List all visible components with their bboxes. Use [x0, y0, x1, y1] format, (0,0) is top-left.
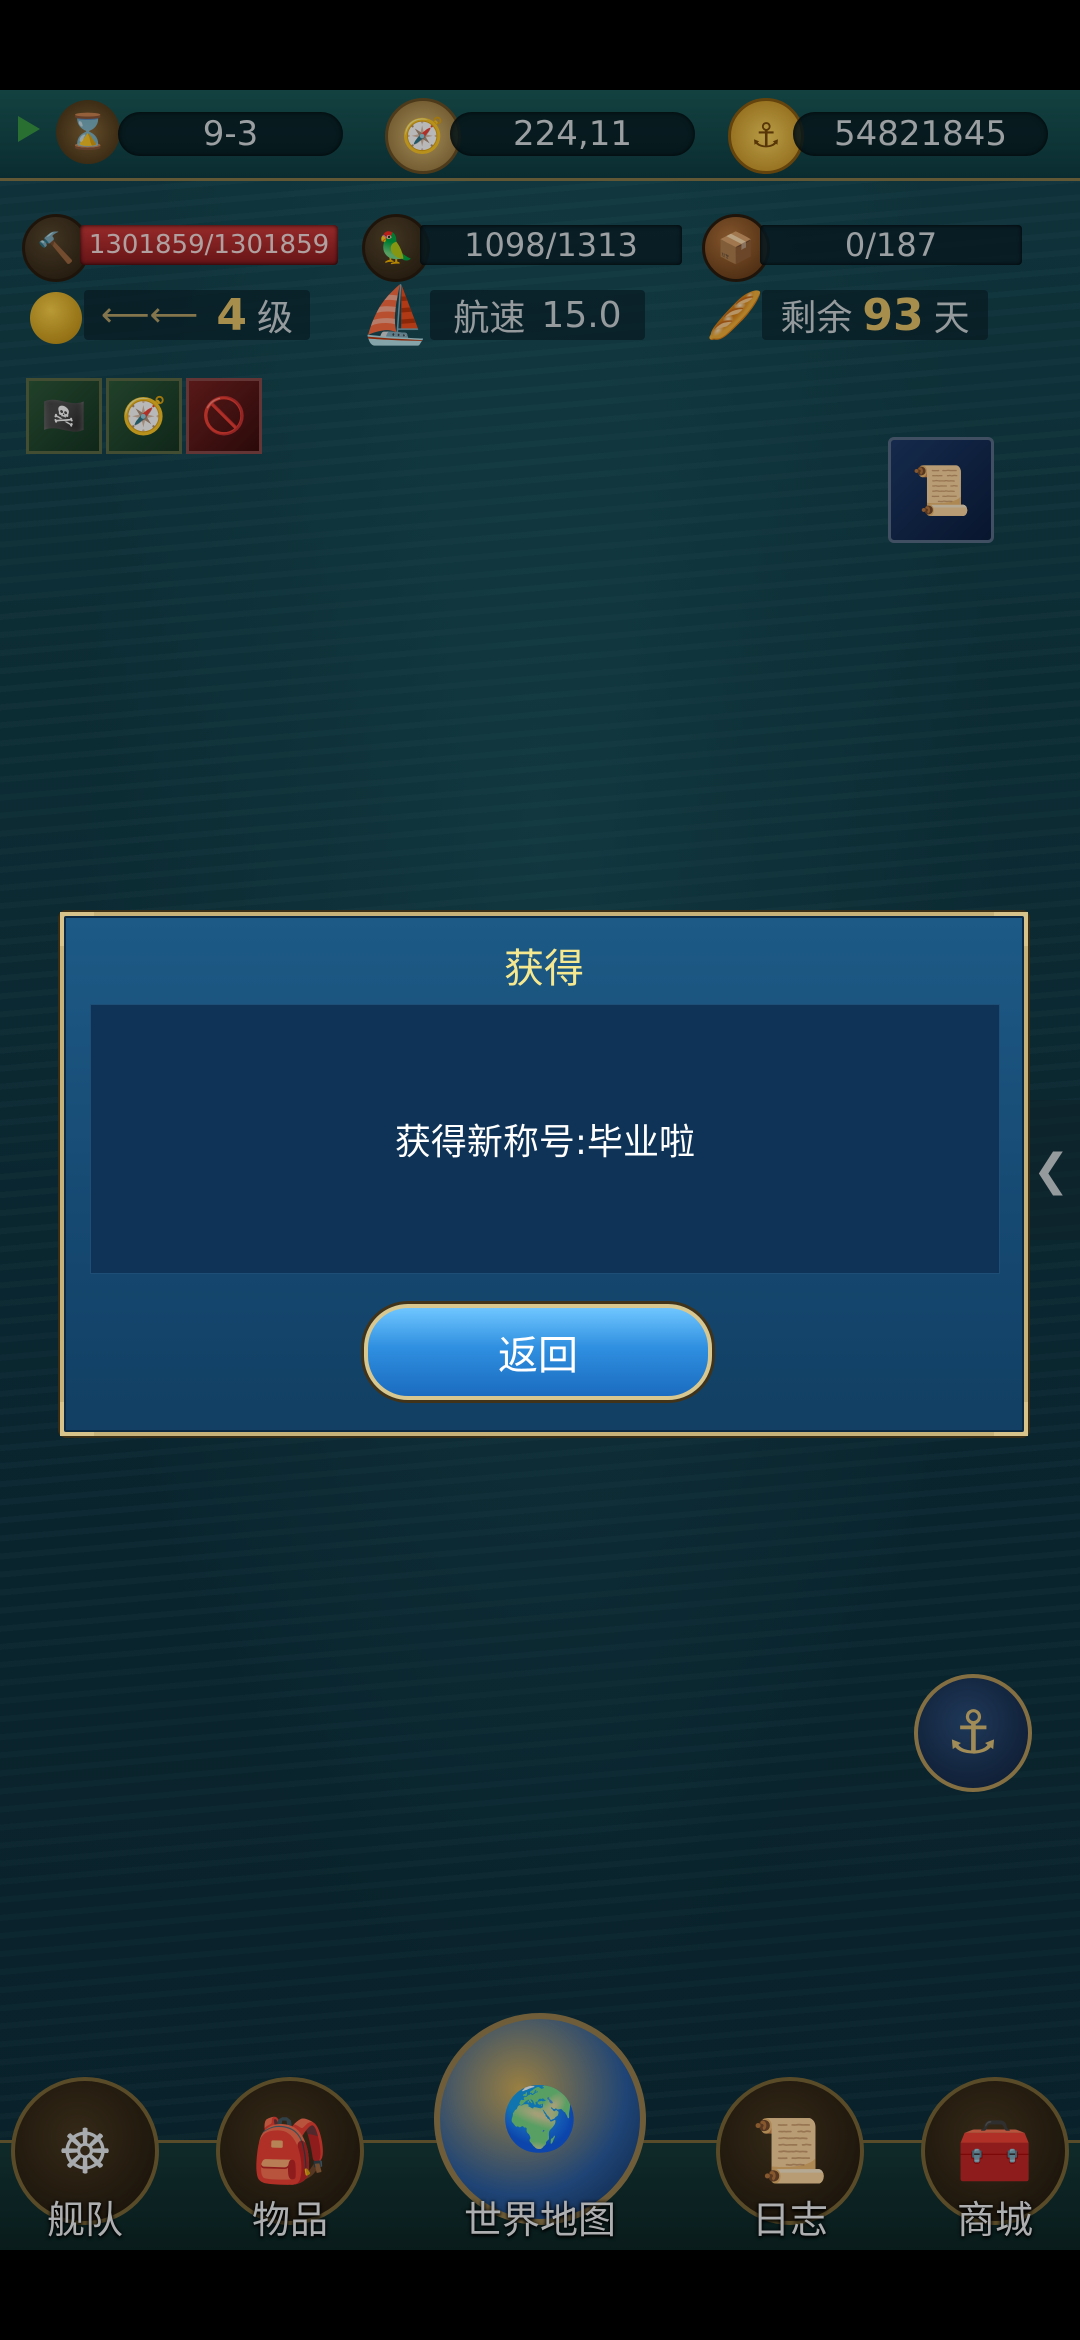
reward-dialog: 获得 获得新称号:毕业啦 返回 [60, 912, 1028, 1436]
corner-ornament [60, 1402, 94, 1436]
dialog-message: 获得新称号:毕业啦 [394, 1122, 696, 1163]
corner-ornament [994, 1402, 1028, 1436]
dialog-title: 获得 [504, 946, 584, 992]
dialog-message-box: 获得新称号:毕业啦 [90, 1004, 1000, 1274]
back-button[interactable]: 返回 [364, 1304, 712, 1400]
